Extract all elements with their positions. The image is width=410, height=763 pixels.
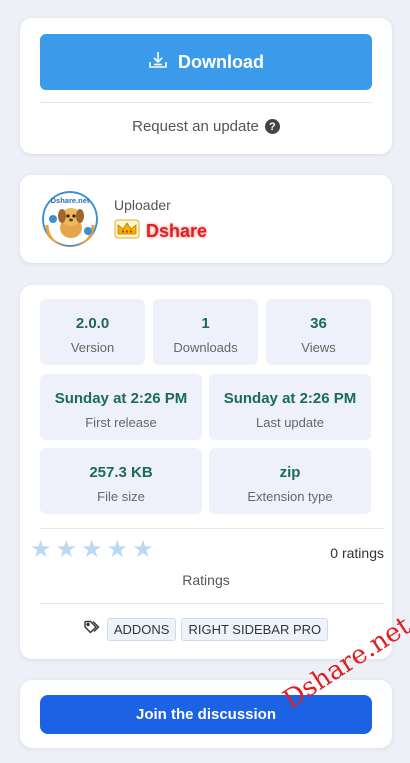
stat-value: Sunday at 2:26 PM bbox=[223, 390, 357, 407]
star-icon[interactable]: ★ bbox=[107, 538, 129, 562]
stat-value: zip bbox=[279, 464, 301, 481]
download-button[interactable]: Download bbox=[40, 34, 372, 90]
avatar[interactable]: Dshare.net bbox=[42, 191, 98, 247]
divider bbox=[40, 603, 384, 604]
stat-extension-type: zip Extension type bbox=[209, 448, 371, 514]
uploader-card: Dshare.net Uploader Dshare bbox=[20, 175, 392, 263]
download-icon bbox=[148, 50, 168, 75]
stat-value: 1 bbox=[201, 315, 210, 332]
ratings-label: Ratings bbox=[182, 572, 230, 588]
uploader-name: Dshare bbox=[146, 221, 208, 241]
stat-label: Version bbox=[70, 340, 115, 355]
uploader-name-link[interactable]: Dshare bbox=[114, 219, 207, 244]
star-icon[interactable]: ★ bbox=[30, 538, 52, 562]
star-icon[interactable]: ★ bbox=[56, 538, 78, 562]
stat-file-size: 257.3 KB File size bbox=[40, 448, 202, 514]
stat-label: First release bbox=[85, 415, 157, 430]
star-icon[interactable]: ★ bbox=[132, 538, 154, 562]
download-card: Download Request an update ? bbox=[20, 18, 392, 154]
stat-views: 36 Views bbox=[266, 299, 371, 365]
download-button-label: Download bbox=[178, 51, 264, 72]
divider bbox=[40, 102, 372, 103]
request-update-link[interactable]: Request an update ? bbox=[20, 118, 392, 135]
divider bbox=[40, 528, 384, 529]
stat-value: Sunday at 2:26 PM bbox=[54, 390, 188, 407]
stat-value: 257.3 KB bbox=[89, 464, 153, 481]
join-discussion-button[interactable]: Join the discussion bbox=[40, 695, 372, 734]
stat-label: File size bbox=[97, 489, 145, 504]
stat-last-update: Sunday at 2:26 PM Last update bbox=[209, 374, 371, 440]
stat-downloads: 1 Downloads bbox=[153, 299, 258, 365]
tag-list: ADDONS RIGHT SIDEBAR PRO bbox=[20, 618, 392, 641]
stat-version: 2.0.0 Version bbox=[40, 299, 145, 365]
stat-value: 2.0.0 bbox=[75, 315, 110, 332]
stat-value: 36 bbox=[310, 315, 327, 332]
stat-label: Downloads bbox=[173, 340, 238, 355]
request-update-label: Request an update bbox=[132, 118, 259, 135]
stat-first-release: Sunday at 2:26 PM First release bbox=[40, 374, 202, 440]
stat-label: Extension type bbox=[247, 489, 333, 504]
uploader-label: Uploader bbox=[114, 197, 171, 213]
star-icon[interactable]: ★ bbox=[81, 538, 103, 562]
question-icon: ? bbox=[264, 119, 280, 134]
tag-right-sidebar-pro[interactable]: RIGHT SIDEBAR PRO bbox=[181, 618, 329, 641]
tag-icon bbox=[84, 620, 102, 639]
ratings-count: 0 ratings bbox=[330, 545, 384, 561]
avatar-logo-text: Dshare.net bbox=[51, 196, 90, 205]
rating-stars: ★ ★ ★ ★ ★ bbox=[30, 538, 154, 562]
stats-card: 2.0.0 Version 1 Downloads 36 Views Sunda… bbox=[20, 285, 392, 659]
stat-label: Last update bbox=[256, 415, 324, 430]
crown-icon bbox=[114, 219, 140, 244]
tag-addons[interactable]: ADDONS bbox=[106, 618, 177, 641]
join-card: Join the discussion bbox=[20, 680, 392, 748]
stat-label: Views bbox=[301, 340, 336, 355]
